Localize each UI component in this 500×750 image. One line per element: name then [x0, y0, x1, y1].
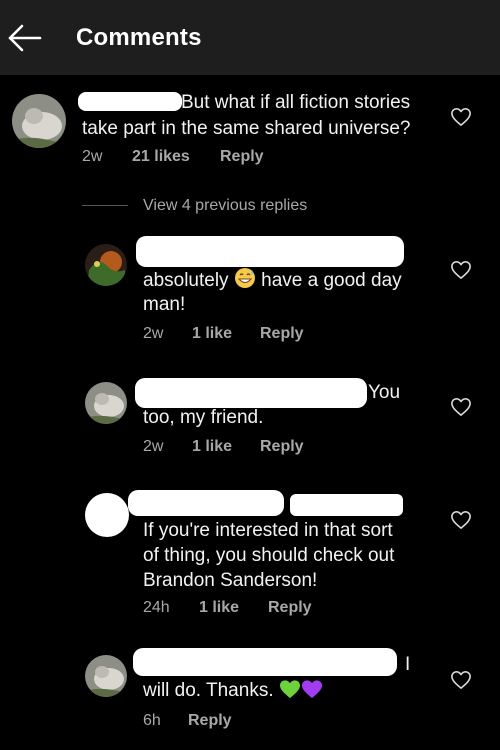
- likes-count[interactable]: 21 likes: [132, 148, 190, 166]
- comment-text: too, my friend.: [143, 407, 264, 428]
- heart-icon: [451, 398, 471, 416]
- comment-time: 6h: [143, 712, 161, 729]
- comment-time: 2w: [143, 325, 164, 342]
- view-previous-replies[interactable]: View 4 previous replies: [143, 197, 307, 215]
- comment-time: 2w: [143, 438, 164, 455]
- avatar[interactable]: [85, 244, 127, 286]
- comment-text: of thing, you should check out: [143, 545, 395, 566]
- heart-icon: [451, 511, 471, 529]
- reply-button[interactable]: Reply: [220, 148, 264, 166]
- reply-button[interactable]: Reply: [188, 712, 232, 730]
- comment-time: 2w: [82, 148, 103, 165]
- like-button[interactable]: [450, 260, 472, 280]
- reply-button[interactable]: Reply: [268, 599, 312, 617]
- redacted-username: [78, 92, 182, 111]
- comment-text: Brandon Sanderson!: [143, 570, 318, 591]
- heart-icon: [451, 261, 471, 279]
- redacted-username: [135, 378, 367, 408]
- redacted-username: [133, 648, 397, 676]
- like-button[interactable]: [450, 510, 472, 530]
- heart-icon: [451, 108, 471, 126]
- comment-time: 24h: [143, 599, 170, 616]
- top-bar: Comments: [0, 0, 500, 75]
- divider: [82, 205, 128, 206]
- avatar[interactable]: [12, 94, 66, 148]
- comment-text: But what if all fiction stories: [181, 92, 411, 113]
- reply-button[interactable]: Reply: [260, 438, 304, 456]
- comment-text: will do. Thanks.: [143, 678, 323, 703]
- like-button[interactable]: [450, 107, 472, 127]
- like-button[interactable]: [450, 670, 472, 690]
- like-button[interactable]: [450, 397, 472, 417]
- redacted-username: [128, 490, 284, 516]
- comment-text: You: [368, 382, 401, 403]
- likes-count[interactable]: 1 like: [192, 438, 232, 456]
- comment-text: If you're interested in that sort: [143, 520, 393, 541]
- comment-text: I: [405, 654, 411, 675]
- redacted-username: [290, 494, 403, 516]
- avatar[interactable]: [85, 382, 127, 424]
- page-title: Comments: [76, 24, 202, 51]
- likes-count[interactable]: 1 like: [192, 325, 232, 343]
- heart-icon: [451, 671, 471, 689]
- likes-count[interactable]: 1 like: [199, 599, 239, 617]
- reply-button[interactable]: Reply: [260, 325, 304, 343]
- comment-text: man!: [143, 294, 186, 315]
- comment-text: absolutely have a good day: [143, 267, 402, 293]
- purple-heart-emoji: [301, 680, 322, 699]
- back-button[interactable]: [4, 20, 44, 56]
- comment-text: take part in the same shared universe?: [82, 118, 411, 139]
- green-heart-emoji: [279, 680, 300, 699]
- avatar[interactable]: [85, 493, 129, 537]
- grinning-face-with-sweat-emoji: [234, 268, 255, 288]
- avatar[interactable]: [85, 655, 127, 697]
- arrow-left-icon: [8, 24, 42, 52]
- redacted-username: [136, 236, 404, 267]
